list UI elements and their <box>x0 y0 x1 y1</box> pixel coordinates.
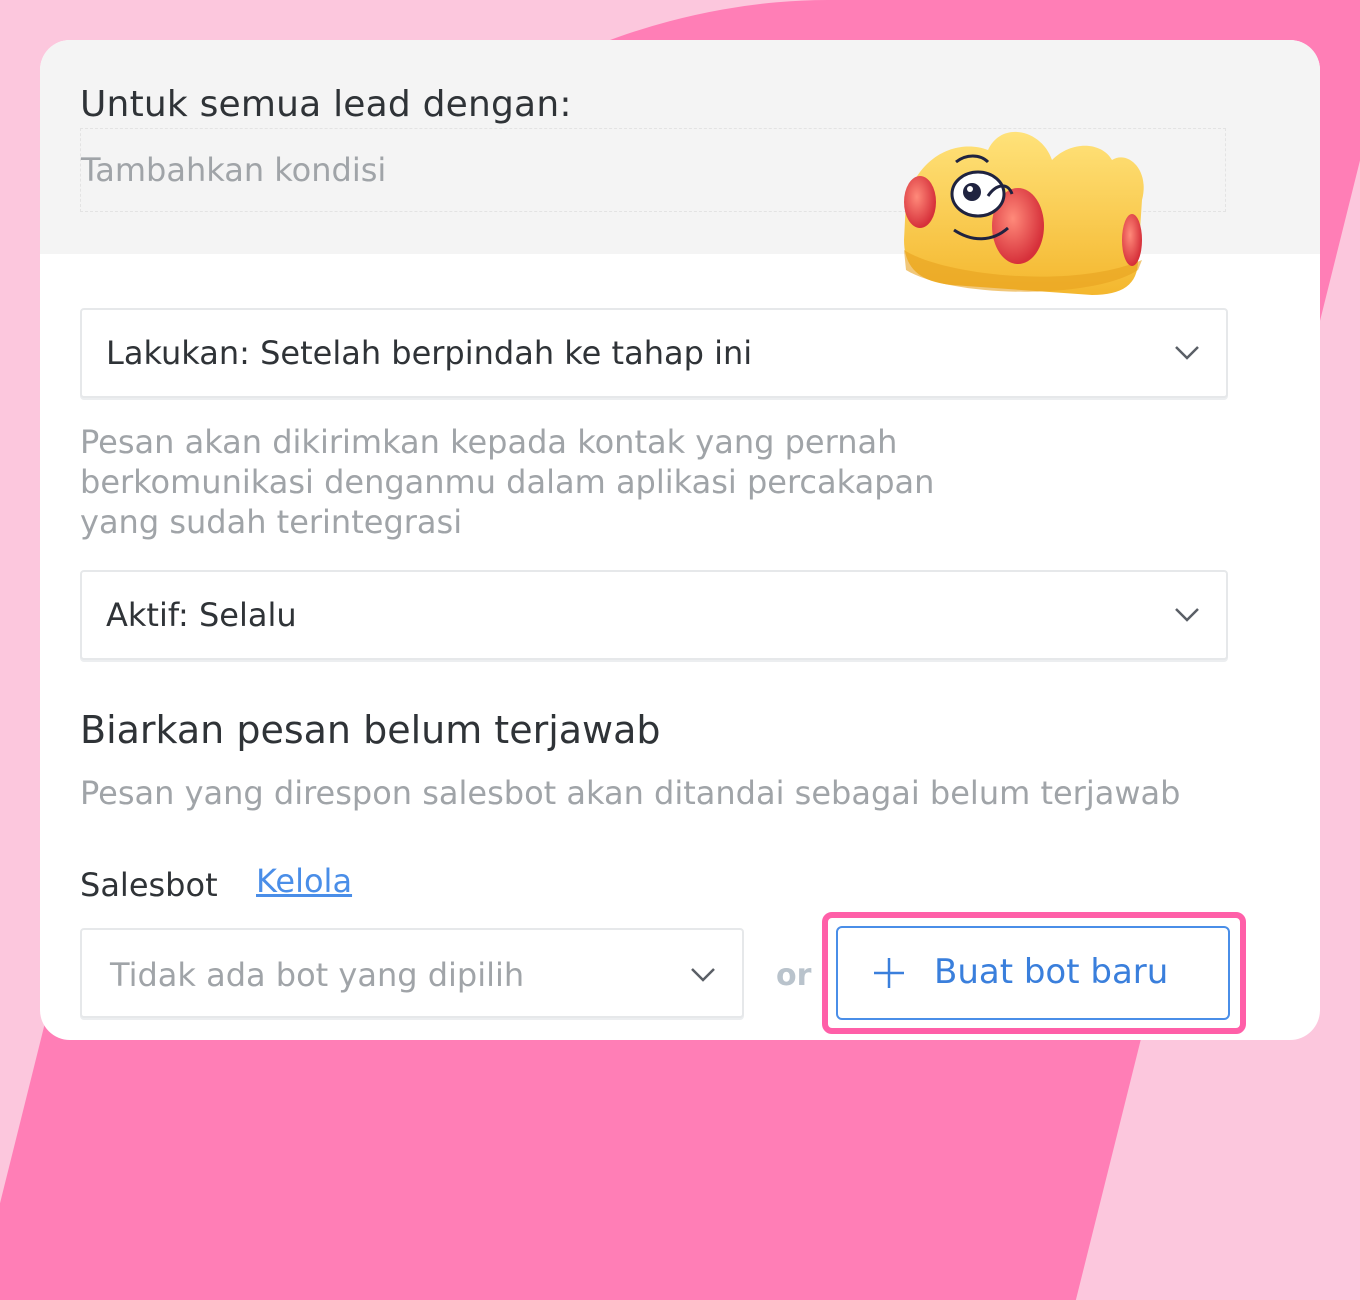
chevron-down-icon <box>691 968 715 982</box>
crown-mascot-illustration <box>904 131 1144 295</box>
action-description: Pesan akan dikirimkan kepada kontak yang… <box>80 423 935 541</box>
bot-select[interactable]: Tidak ada bot yang dipilih <box>80 928 744 1018</box>
action-select[interactable]: Lakukan: Setelah berpindah ke tahap ini <box>80 308 1228 398</box>
active-select-label: Aktif: Selalu <box>106 596 297 634</box>
create-new-bot-label: Buat bot baru <box>934 952 1169 992</box>
plus-icon <box>874 958 904 988</box>
create-new-bot-button[interactable]: Buat bot baru <box>836 926 1230 1020</box>
condition-heading: Untuk semua lead dengan: <box>80 84 572 125</box>
settings-card: Untuk semua lead dengan: Tambahkan kondi… <box>40 40 1320 1040</box>
action-select-label: Lakukan: Setelah berpindah ke tahap ini <box>106 334 753 372</box>
salesbot-label: Salesbot <box>80 866 218 904</box>
active-select[interactable]: Aktif: Selalu <box>80 570 1228 660</box>
or-separator: or <box>776 958 812 993</box>
unanswered-description: Pesan yang direspon salesbot akan ditand… <box>80 774 1181 812</box>
bot-select-placeholder: Tidak ada bot yang dipilih <box>110 956 525 994</box>
chevron-down-icon <box>1175 608 1199 622</box>
unanswered-title: Biarkan pesan belum terjawab <box>80 708 661 752</box>
chevron-down-icon <box>1175 346 1199 360</box>
add-condition-placeholder: Tambahkan kondisi <box>81 151 387 189</box>
manage-salesbot-link[interactable]: Kelola <box>256 862 352 900</box>
